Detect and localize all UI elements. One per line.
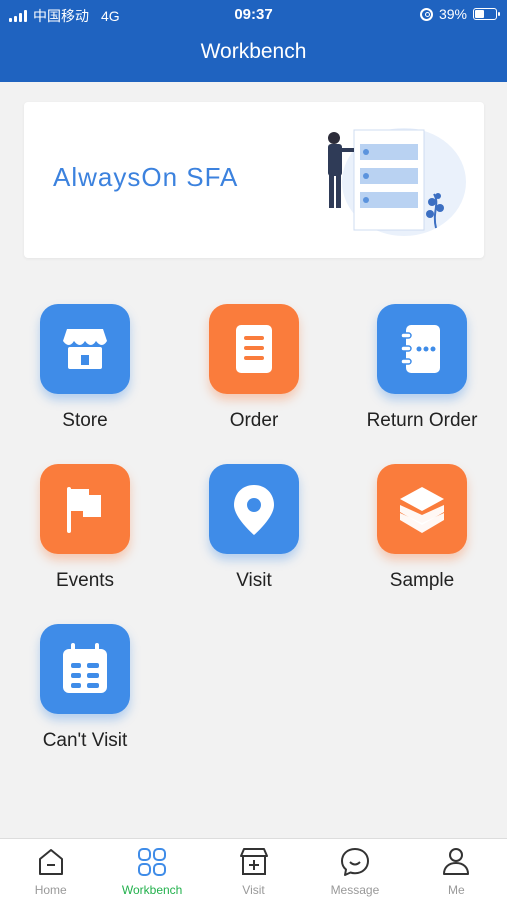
grid-item-label: Return Order bbox=[366, 410, 478, 431]
order-tile[interactable] bbox=[209, 304, 299, 394]
grid-item-store[interactable]: Store bbox=[10, 304, 160, 444]
banner-title: AlwaysOn SFA bbox=[53, 162, 239, 192]
rotation-lock-icon bbox=[419, 7, 433, 21]
notebook-icon bbox=[400, 325, 440, 373]
banner[interactable]: AlwaysOn SFA bbox=[24, 102, 484, 258]
store-plus-icon bbox=[239, 848, 268, 875]
tab-home[interactable]: Home bbox=[0, 839, 101, 900]
grid-item-label: Sample bbox=[389, 570, 455, 591]
grid-item-cant-visit[interactable]: Can't Visit bbox=[10, 624, 160, 764]
events-tile[interactable] bbox=[40, 464, 130, 554]
tab-label: Visit bbox=[242, 883, 265, 897]
sample-tile[interactable] bbox=[377, 464, 467, 554]
tab-label: Home bbox=[34, 883, 67, 897]
grid-item-label: Store bbox=[62, 410, 108, 431]
order-document-icon bbox=[236, 325, 272, 373]
tab-label: Me bbox=[447, 883, 465, 897]
tab-visit[interactable]: Visit bbox=[203, 839, 304, 900]
location-pin-icon bbox=[234, 485, 274, 535]
calendar-icon bbox=[63, 643, 107, 693]
grid-item-label: Order bbox=[229, 410, 279, 431]
visit-tile[interactable] bbox=[209, 464, 299, 554]
grid-icon bbox=[138, 848, 167, 876]
grid-item-return-order[interactable]: Return Order bbox=[347, 304, 497, 444]
grid-item-order[interactable]: Order bbox=[179, 304, 329, 444]
home-icon bbox=[38, 849, 63, 875]
tab-message[interactable]: Message bbox=[304, 839, 405, 900]
tab-label: Workbench bbox=[121, 883, 183, 897]
top-bar: 中国移动 4G 09:37 39% Workbench bbox=[0, 0, 507, 82]
layers-icon bbox=[400, 487, 444, 533]
page-title: Workbench bbox=[200, 40, 307, 63]
grid-item-label: Can't Visit bbox=[42, 730, 128, 751]
cant-visit-tile[interactable] bbox=[40, 624, 130, 714]
grid-item-sample[interactable]: Sample bbox=[347, 464, 497, 604]
return-order-tile[interactable] bbox=[377, 304, 467, 394]
tab-me[interactable]: Me bbox=[406, 839, 507, 900]
store-tile[interactable] bbox=[40, 304, 130, 394]
person-icon bbox=[443, 848, 470, 875]
battery-icon bbox=[473, 8, 500, 20]
bottom-nav: Home Workbench Visit Message Me bbox=[0, 838, 507, 900]
grid-item-events[interactable]: Events bbox=[10, 464, 160, 604]
flag-icon bbox=[67, 487, 101, 533]
grid-item-visit[interactable]: Visit bbox=[179, 464, 329, 604]
grid-item-label: Visit bbox=[236, 570, 272, 591]
grid-item-label: Events bbox=[55, 570, 115, 591]
store-icon bbox=[63, 329, 107, 369]
tab-workbench[interactable]: Workbench bbox=[101, 839, 202, 900]
presentation-illustration bbox=[328, 128, 466, 236]
chat-smile-icon bbox=[340, 848, 369, 876]
battery-percent: 39% bbox=[438, 6, 467, 22]
tab-label: Message bbox=[330, 883, 380, 897]
status-bar: 中国移动 4G 09:37 39% bbox=[0, 0, 507, 28]
